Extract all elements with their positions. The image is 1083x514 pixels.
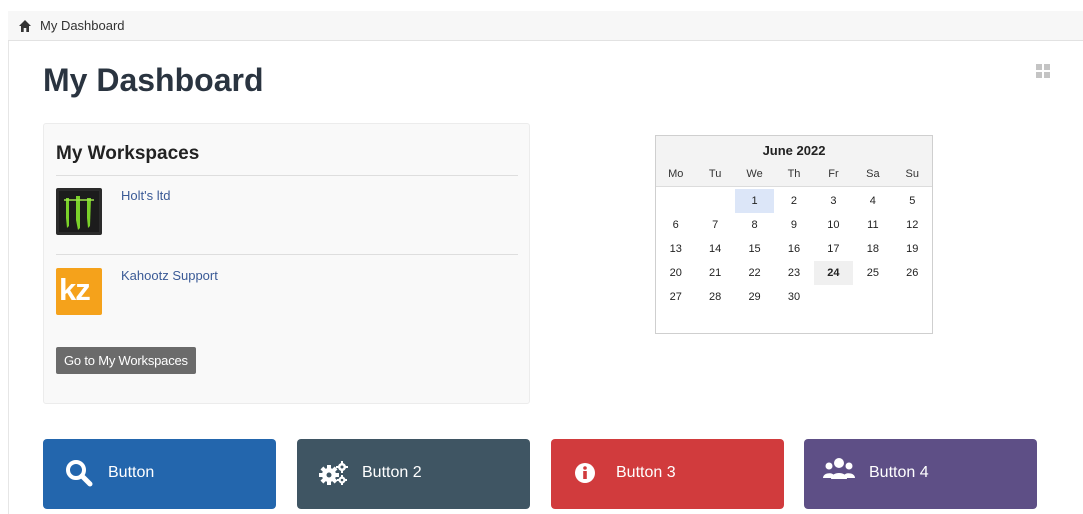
monster-logo[interactable]	[56, 188, 102, 235]
button-3[interactable]: Button 3	[551, 439, 784, 509]
calendar-day[interactable]: 30	[774, 285, 813, 309]
calendar-day[interactable]: 26	[893, 261, 932, 285]
calendar-day[interactable]: 3	[814, 189, 853, 213]
calendar-blank	[695, 189, 734, 213]
users-icon	[822, 455, 855, 485]
calendar-day[interactable]: 4	[853, 189, 892, 213]
button-4[interactable]: Button 4	[804, 439, 1037, 509]
calendar-day[interactable]: 20	[656, 261, 695, 285]
calendar-day[interactable]: 7	[695, 213, 734, 237]
calendar-day[interactable]: 10	[814, 213, 853, 237]
button-label: Button 2	[362, 464, 422, 481]
divider	[56, 175, 518, 176]
weekday-label: Sa	[866, 168, 880, 180]
grid-view-icon[interactable]	[1036, 64, 1050, 78]
calendar-day[interactable]: 22	[735, 261, 774, 285]
search-icon	[64, 458, 94, 488]
calendar-day[interactable]: 23	[774, 261, 813, 285]
button-label: Button 4	[869, 464, 929, 481]
calendar-day[interactable]: 17	[814, 237, 853, 261]
calendar-day[interactable]: 14	[695, 237, 734, 261]
kz-logo[interactable]: kz	[56, 268, 102, 315]
calendar-day[interactable]: 5	[893, 189, 932, 213]
workspaces-panel: My Workspaces Holt's ltd kz Kahootz Supp…	[43, 123, 530, 404]
go-to-workspaces-button[interactable]: Go to My Workspaces	[56, 347, 196, 374]
workspaces-title: My Workspaces	[56, 143, 200, 164]
workspace-name[interactable]: Holt's ltd	[121, 188, 170, 203]
left-divider	[8, 41, 9, 514]
calendar-day[interactable]: 25	[853, 261, 892, 285]
calendar-day[interactable]: 16	[774, 237, 813, 261]
calendar-day[interactable]: 12	[893, 213, 932, 237]
weekday-label: Tu	[708, 168, 722, 180]
calendar-day[interactable]: 28	[695, 285, 734, 309]
button-2[interactable]: Button 2	[297, 439, 530, 509]
calendar-day[interactable]: 18	[853, 237, 892, 261]
calendar-day[interactable]: 6	[656, 213, 695, 237]
calendar-day[interactable]: 9	[774, 213, 813, 237]
workspace-name[interactable]: Kahootz Support	[121, 268, 218, 283]
calendar: June 2022 Mo Tu We Th Fr Sa Su 1 2 3 4 5 6 7 8 9 10 11 12…	[655, 135, 933, 334]
calendar-day[interactable]: 19	[893, 237, 932, 261]
calendar-blank	[656, 189, 695, 213]
calendar-day[interactable]: 27	[656, 285, 695, 309]
weekday-label: Th	[787, 168, 801, 180]
weekday-label: Mo	[668, 168, 684, 180]
workspace-item-holts[interactable]: Holt's ltd	[56, 188, 516, 248]
button-search[interactable]: Button	[43, 439, 276, 509]
calendar-day[interactable]: 29	[735, 285, 774, 309]
weekday-label: Fr	[828, 168, 839, 180]
page-title: My Dashboard	[43, 62, 264, 98]
calendar-day[interactable]: 1	[734, 189, 775, 213]
workspace-item-kahootz[interactable]: kz Kahootz Support	[56, 268, 516, 328]
calendar-day[interactable]: 11	[853, 213, 892, 237]
calendar-day[interactable]: 24	[813, 261, 854, 285]
weekday-label: We	[746, 168, 763, 180]
gears-icon	[318, 458, 348, 488]
calendar-day[interactable]: 8	[735, 213, 774, 237]
calendar-day[interactable]: 21	[695, 261, 734, 285]
button-label: Button	[108, 464, 155, 481]
weekday-label: Su	[905, 168, 919, 180]
info-icon	[570, 458, 600, 488]
breadcrumb-item-dashboard[interactable]: My Dashboard	[40, 18, 125, 33]
calendar-day[interactable]: 15	[735, 237, 774, 261]
calendar-month: June 2022	[762, 143, 826, 158]
home-icon[interactable]	[18, 19, 32, 33]
divider	[56, 254, 518, 255]
calendar-day[interactable]: 2	[774, 189, 813, 213]
button-label: Button 3	[616, 464, 676, 481]
breadcrumb: My Dashboard	[8, 11, 1083, 41]
calendar-day[interactable]: 13	[656, 237, 695, 261]
